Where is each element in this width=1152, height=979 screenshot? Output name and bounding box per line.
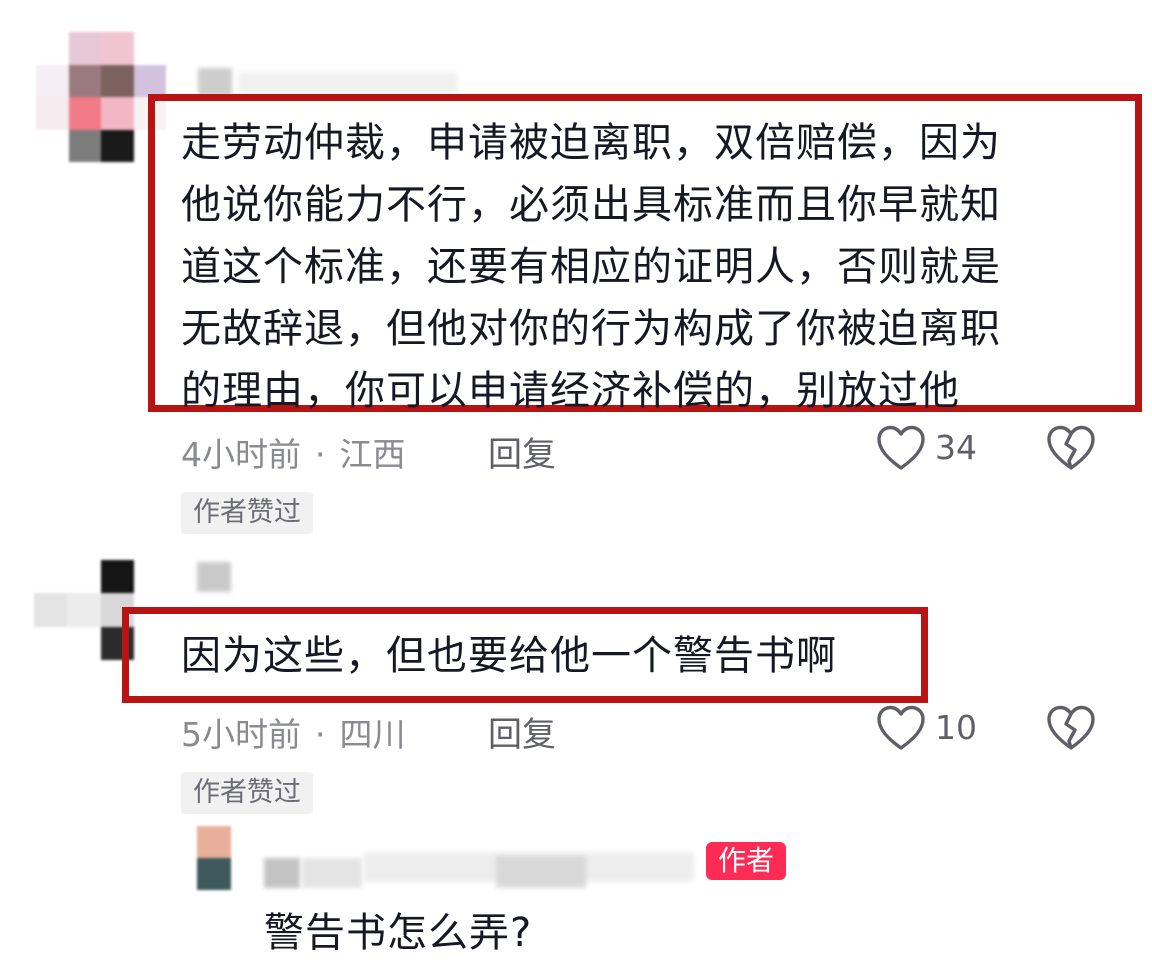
comment-meta: 5小时前 · 四川	[181, 708, 406, 756]
username-redacted-trail	[302, 858, 362, 888]
comment-location: 四川	[339, 715, 406, 754]
heart-outline-icon[interactable]	[876, 705, 926, 751]
username-redacted[interactable]	[198, 68, 232, 96]
separator: ·	[315, 715, 326, 754]
reply-button[interactable]: 回复	[488, 427, 556, 476]
username-redacted[interactable]	[264, 858, 300, 888]
avatar[interactable]	[34, 560, 134, 660]
comment-location: 江西	[339, 435, 406, 474]
username-redacted[interactable]	[197, 562, 231, 592]
broken-heart-icon[interactable]	[1046, 705, 1096, 751]
like-count: 10	[935, 708, 977, 747]
comment-time: 5小时前	[181, 715, 301, 754]
author-liked-tag: 作者赞过	[181, 772, 313, 814]
author-liked-tag: 作者赞过	[181, 492, 313, 534]
avatar[interactable]	[36, 32, 166, 162]
comment-text: 走劳动仲裁，申请被迫离职，双倍赔偿，因为 他说你能力不行，必须出具标准而且你早就…	[181, 120, 1001, 414]
avatar[interactable]	[197, 826, 231, 890]
separator: ·	[315, 435, 326, 474]
username-redacted-trail	[496, 856, 586, 888]
reply-button[interactable]: 回复	[488, 707, 556, 756]
broken-heart-icon[interactable]	[1046, 425, 1096, 471]
like-count: 34	[935, 428, 977, 467]
comment-text: 因为这些，但也要给他一个警告书啊	[181, 633, 837, 679]
comment-meta: 4小时前 · 江西	[181, 428, 406, 476]
username-redacted-trail	[238, 72, 458, 94]
comment-time: 4小时前	[181, 435, 301, 474]
author-badge: 作者	[706, 842, 787, 880]
reply-text: 警告书怎么弄?	[264, 910, 533, 956]
heart-outline-icon[interactable]	[876, 425, 926, 471]
